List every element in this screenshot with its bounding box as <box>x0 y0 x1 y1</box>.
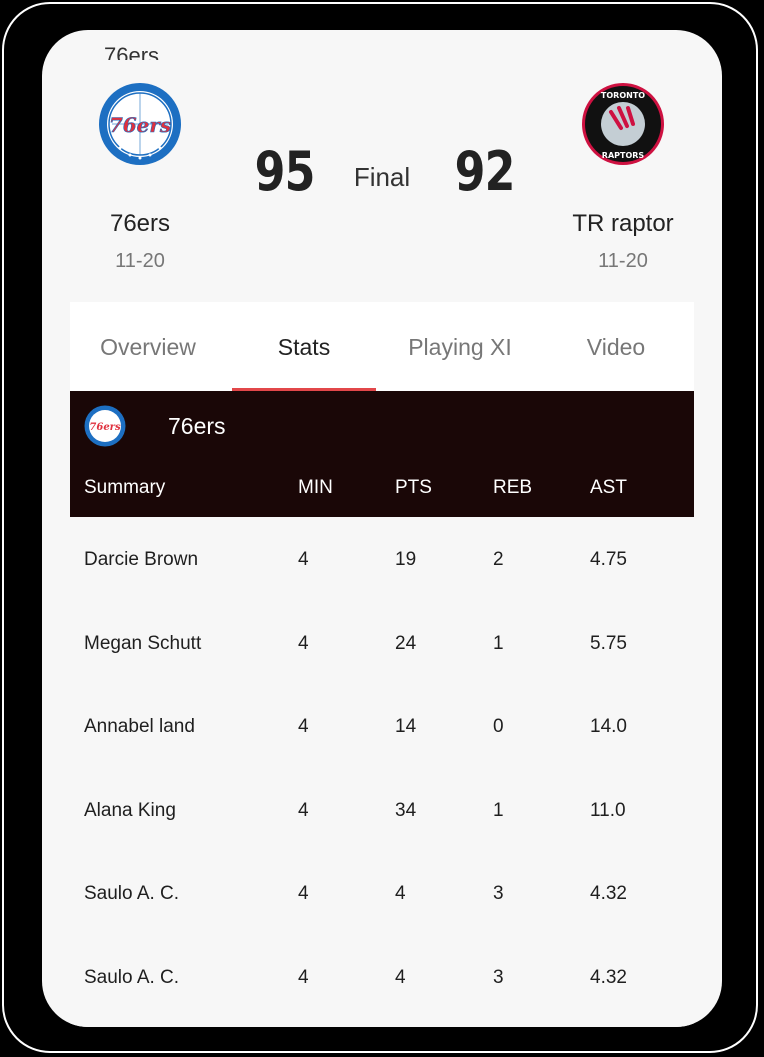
min-value: 4 <box>298 549 309 570</box>
col-min[interactable]: MIN <box>298 477 333 499</box>
stats-table-body: Darcie Brown 4 19 2 4.75 Megan Schutt 4 … <box>70 517 694 1027</box>
tab-bar: Overview Stats Playing XI Video <box>70 302 694 392</box>
pts-value: 4 <box>395 967 406 988</box>
home-score: 95 <box>254 140 316 203</box>
table-row[interactable]: Megan Schutt 4 24 1 5.75 <box>70 601 694 685</box>
table-row[interactable]: Darcie Brown 4 19 2 4.75 <box>70 517 694 601</box>
reb-value: 0 <box>493 716 504 737</box>
col-ast[interactable]: AST <box>590 477 627 499</box>
svg-text:76ers: 76ers <box>89 422 121 433</box>
ast-value: 5.75 <box>590 633 627 654</box>
min-value: 4 <box>298 967 309 988</box>
min-value: 4 <box>298 800 309 821</box>
pts-value: 34 <box>395 800 417 821</box>
pts-value: 24 <box>395 633 417 654</box>
table-row[interactable]: Saulo A. C. 4 4 3 4.32 <box>70 851 694 935</box>
raptors-logo[interactable]: TORONTO RAPTORS <box>581 82 665 166</box>
ast-value: 4.75 <box>590 549 627 570</box>
table-row[interactable]: Saulo A. C. 4 4 3 4.32 <box>70 935 694 1019</box>
scrolled-title: 76ers <box>104 43 160 60</box>
sixers-logo[interactable]: 76ers <box>98 82 182 166</box>
home-team-record: 11-20 <box>115 250 165 272</box>
away-team-name[interactable]: TR raptor <box>523 210 722 238</box>
min-value: 4 <box>298 716 309 737</box>
away-score: 92 <box>454 140 516 203</box>
col-reb[interactable]: REB <box>493 477 532 499</box>
reb-value: 3 <box>493 967 504 988</box>
player-name: Saulo A. C. <box>84 967 180 988</box>
ast-value: 4.32 <box>590 967 627 988</box>
min-value: 4 <box>298 883 309 904</box>
tab-overview[interactable]: Overview <box>70 302 226 392</box>
device-frame: 76ers 76ers TORONTO RAPTORS 76ers 11-20 … <box>0 0 764 1057</box>
player-name: Darcie Brown <box>84 549 199 570</box>
min-value: 4 <box>298 633 309 654</box>
tab-stats[interactable]: Stats <box>226 302 382 392</box>
col-pts[interactable]: PTS <box>395 477 432 499</box>
sixers-logo-text: 76ers <box>109 113 171 137</box>
player-name: Saulo A. C. <box>84 883 180 904</box>
stats-team-name: 76ers <box>168 413 226 439</box>
raptors-logo-bottom-text: RAPTORS <box>602 151 645 160</box>
reb-value: 1 <box>493 800 504 821</box>
pts-value: 19 <box>395 549 417 570</box>
tab-playing-xi[interactable]: Playing XI <box>382 302 538 392</box>
table-row[interactable]: Annabel land 4 14 0 14.0 <box>70 684 694 768</box>
player-name: Annabel land <box>84 716 195 737</box>
ast-value: 14.0 <box>590 716 627 737</box>
ast-value: 4.32 <box>590 883 627 904</box>
tab-video[interactable]: Video <box>538 302 694 392</box>
home-team-name[interactable]: 76ers <box>42 210 240 238</box>
raptors-logo-top-text: TORONTO <box>601 91 645 100</box>
table-row[interactable]: Alana King 4 34 1 11.0 <box>70 768 694 852</box>
sixers-small-logo: 76ers <box>84 405 126 447</box>
game-status: Final <box>353 162 411 192</box>
reb-value: 3 <box>493 883 504 904</box>
away-team-record: 11-20 <box>598 250 648 272</box>
col-summary[interactable]: Summary <box>84 477 165 499</box>
stats-team-header: 76ers 76ers Summary MIN PTS REB AST <box>70 391 694 517</box>
ast-value: 11.0 <box>590 800 626 821</box>
player-name: Megan Schutt <box>84 633 202 654</box>
reb-value: 1 <box>493 633 504 654</box>
screen: 76ers 76ers TORONTO RAPTORS 76ers 11-20 … <box>42 30 722 1027</box>
pts-value: 14 <box>395 716 417 737</box>
player-name: Alana King <box>84 800 176 821</box>
reb-value: 2 <box>493 549 504 570</box>
pts-value: 4 <box>395 883 406 904</box>
